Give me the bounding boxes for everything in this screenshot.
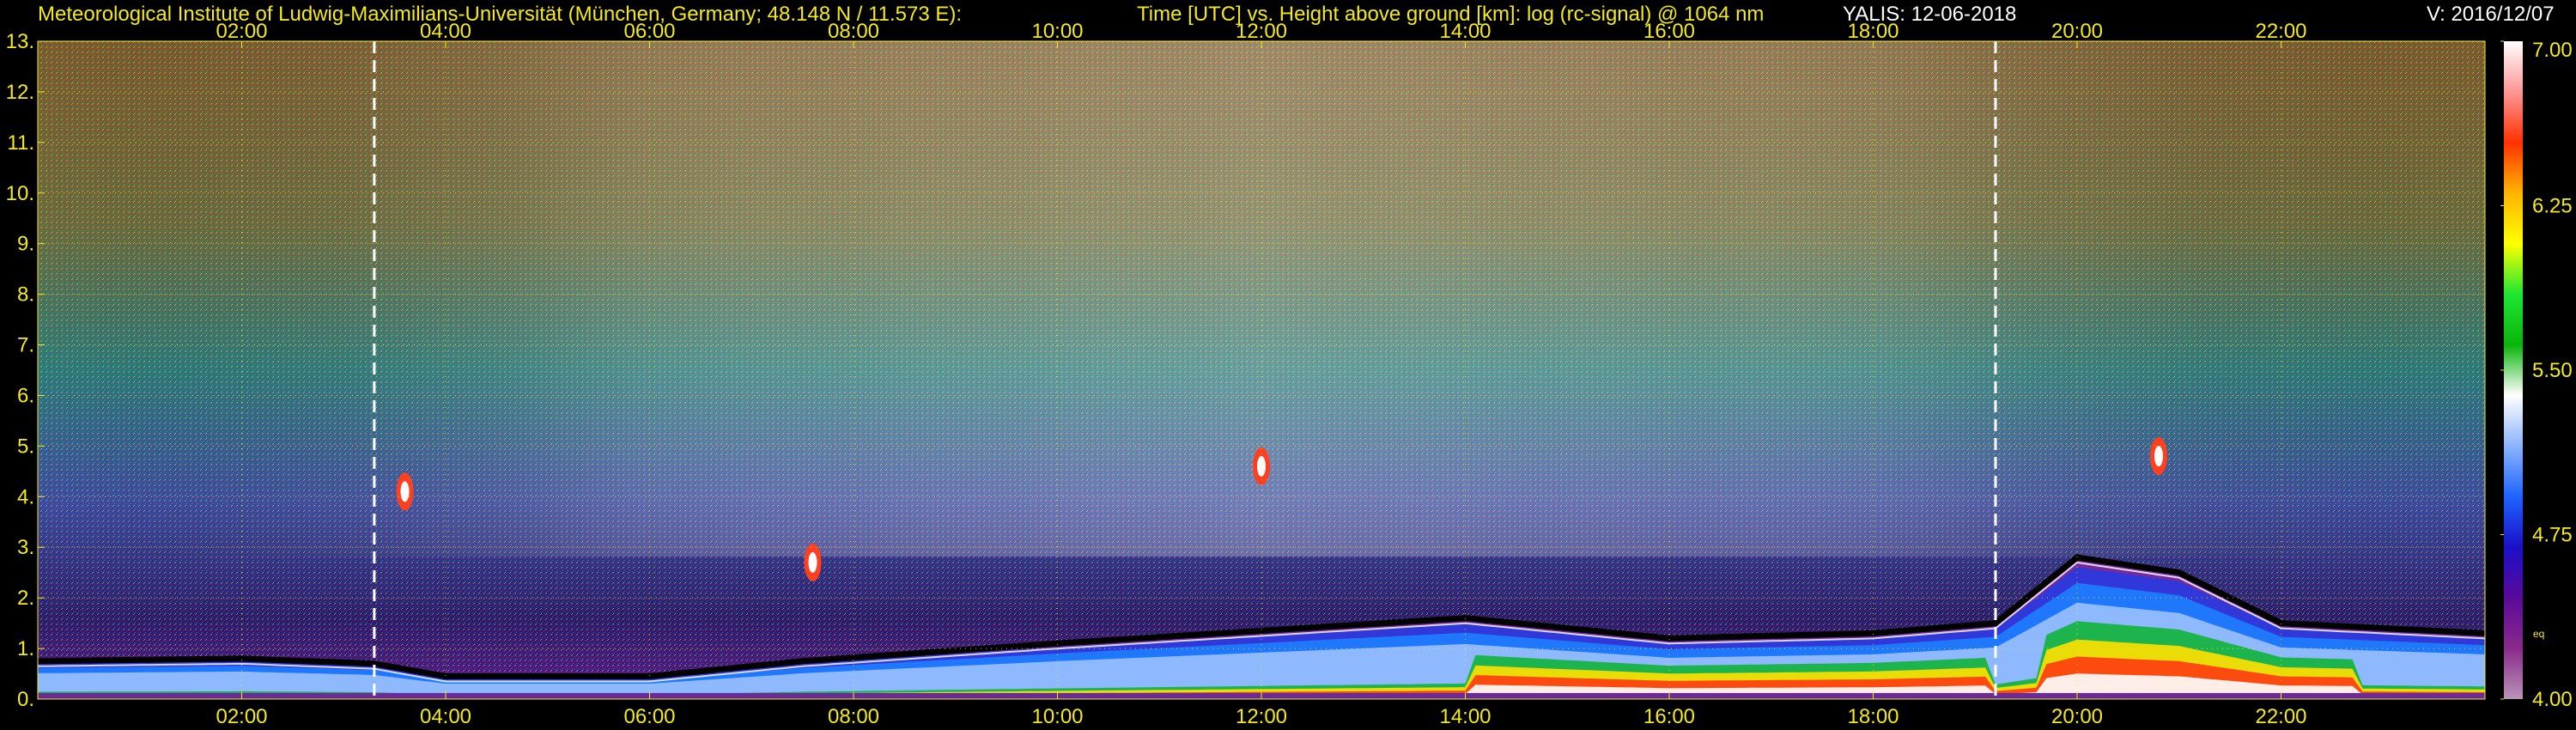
x-tick-label-bottom: 02:00 [216,705,267,728]
x-tick-label-bottom: 08:00 [828,705,879,728]
y-tick-label: 12. [6,81,34,104]
colorbar-tick-label: 4.75 [2532,524,2573,547]
x-tick-label-top: 16:00 [1643,20,1695,43]
x-tick-label-top: 20:00 [2051,20,2103,43]
header-institute: Meteorological Institute of Ludwig-Maxim… [38,3,962,26]
colorbar-tick-label: 7.00 [2532,39,2573,62]
cloud-feature-core [400,481,410,502]
y-tick-label: 8. [17,283,34,307]
y-tick-label: 7. [17,334,34,357]
lidar-quicklook-figure: Meteorological Institute of Ludwig-Maxim… [6,3,2573,728]
colorbar-tick-label: 6.25 [2532,195,2573,218]
x-tick-label-top: 02:00 [216,20,267,43]
y-tick-label: 9. [17,233,34,256]
y-tick-label: 10. [6,182,34,205]
cloud-feature-core [2154,446,2163,467]
x-tick-label-top: 06:00 [623,20,675,43]
colorbar: 7.00 6.25 5.50 4.75 4.00 eq [2500,39,2573,711]
y-tick-label: 2. [17,587,34,610]
y-tick-label: 5. [17,435,34,458]
colorbar-tick-label: 5.50 [2532,359,2573,382]
cloud-feature-core [808,551,817,573]
x-tick-label-top: 14:00 [1439,20,1491,43]
x-tick-label-bottom: 14:00 [1439,705,1491,728]
y-tick-label: 1. [17,637,34,660]
y-tick-label: 4. [17,485,34,508]
x-tick-label-bottom: 18:00 [1847,705,1899,728]
x-tick-label-bottom: 06:00 [623,705,675,728]
x-tick-label-top: 10:00 [1031,20,1083,43]
y-tick-label: 6. [17,384,34,407]
x-tick-label-top: 08:00 [828,20,879,43]
y-tick-label: 11. [7,131,34,155]
x-tick-label-bottom: 04:00 [420,705,471,728]
colorbar-gradient [2504,41,2523,699]
colorbar-tick-label: 4.00 [2532,688,2573,711]
x-tick-label-top: 12:00 [1236,20,1287,43]
y-tick-label: 13. [6,30,34,53]
x-tick-label-bottom: 20:00 [2051,705,2103,728]
x-tick-label-bottom: 22:00 [2255,705,2306,728]
x-tick-label-bottom: 12:00 [1236,705,1287,728]
x-tick-label-top: 18:00 [1847,20,1899,43]
colorbar-unit-label: eq [2533,628,2544,640]
y-tick-label: 0. [17,688,34,711]
heatmap-plot-area [37,40,2486,700]
x-tick-label-top: 22:00 [2255,20,2306,43]
x-tick-label-bottom: 10:00 [1031,705,1083,728]
header-version: V: 2016/12/07 [2427,3,2555,26]
x-tick-label-bottom: 16:00 [1643,705,1695,728]
y-tick-label: 3. [17,536,34,559]
x-tick-label-top: 04:00 [420,20,471,43]
